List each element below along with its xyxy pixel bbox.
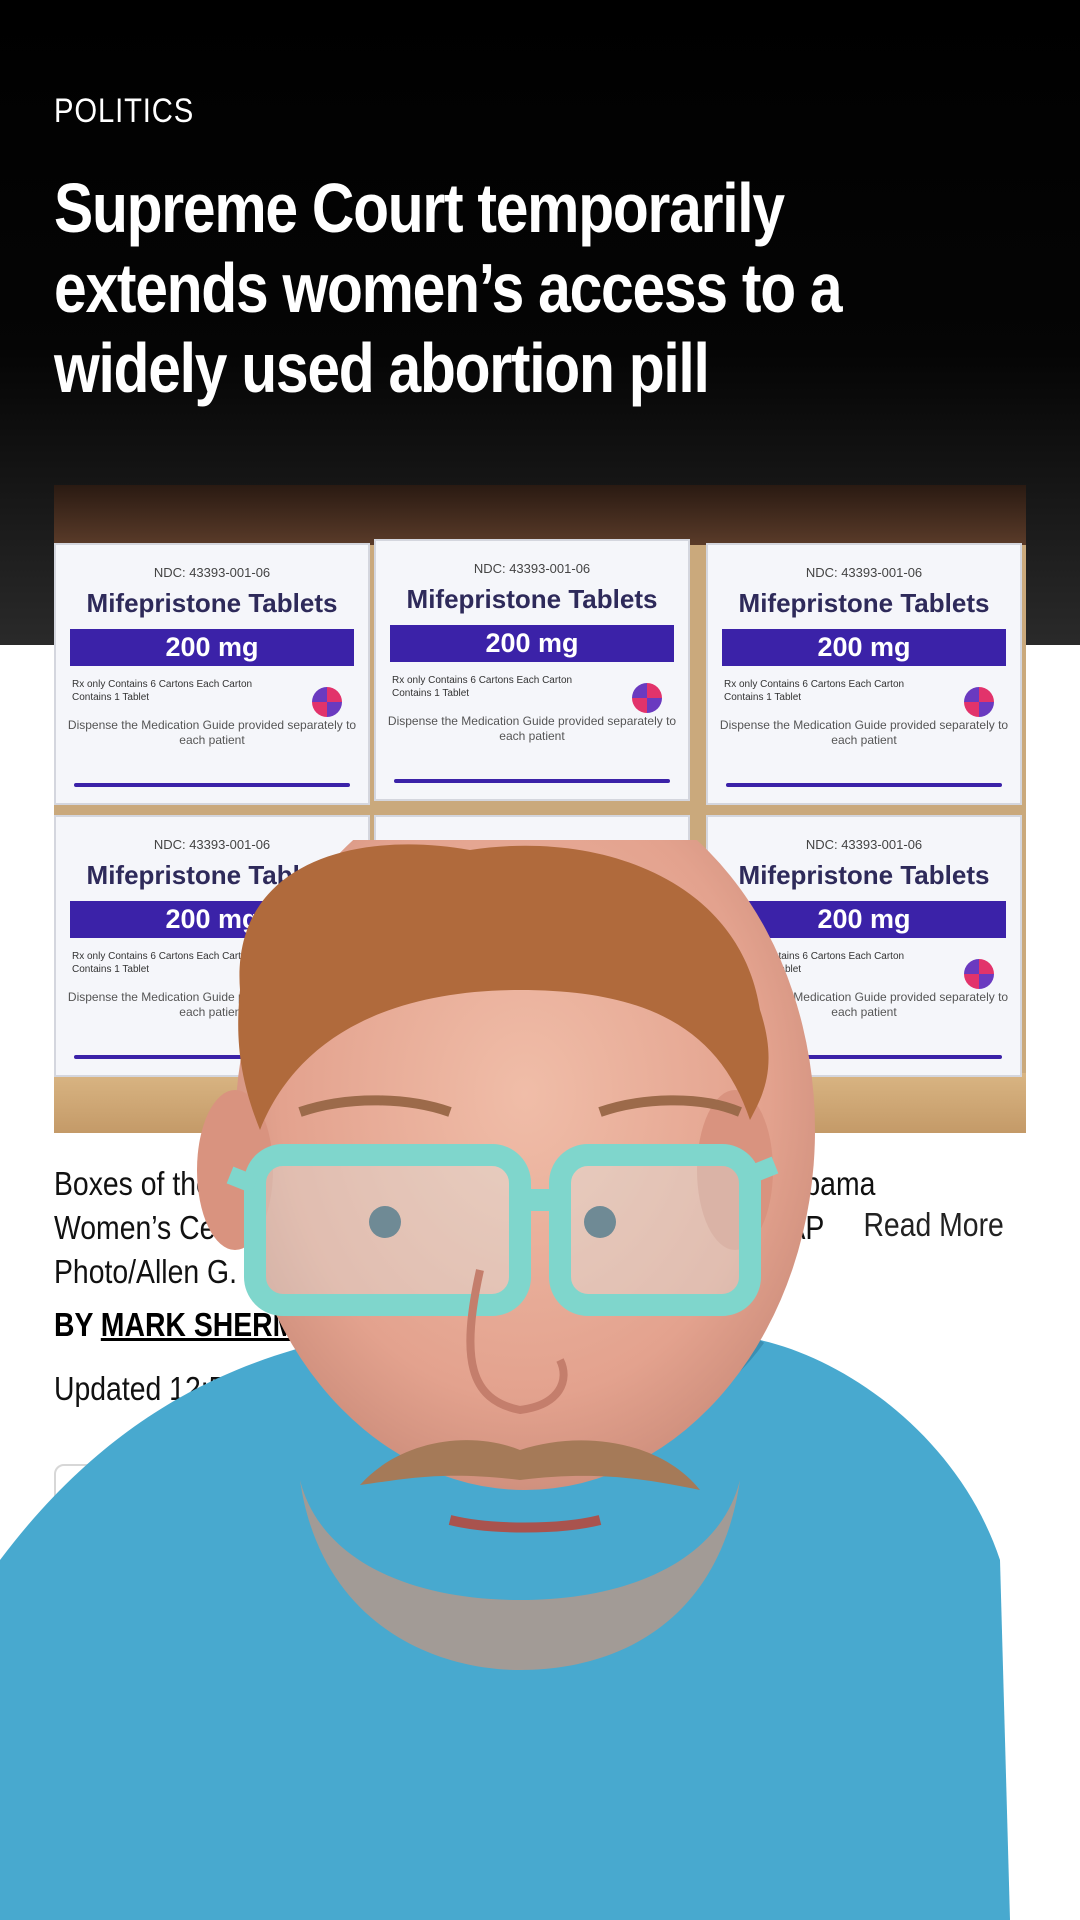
box-guide: Dispense the Medication Guide provided s… xyxy=(67,990,357,1019)
article-photo[interactable]: NDC: 43393-001-06 Mifepristone Tablets 2… xyxy=(54,485,1026,1133)
box-dose: 200 mg xyxy=(390,625,674,662)
box-dose: 200 mg xyxy=(390,901,674,938)
box-small-print: Rx only Contains 6 Cartons Each Carton C… xyxy=(392,951,573,975)
box-dose: 200 mg xyxy=(722,901,1006,938)
brand-logo-icon xyxy=(312,959,342,989)
author-link[interactable]: ANDREW PERRONE xyxy=(402,1306,678,1343)
comment-icon xyxy=(835,1480,879,1524)
box-small-print: Rx only Contains 6 Cartons Each Carton C… xyxy=(392,675,573,699)
add-source-button[interactable]: Add AP News on Google xyxy=(54,1464,776,1540)
box-swoosh xyxy=(394,1055,670,1059)
byline-separator: and xyxy=(345,1306,396,1343)
box-ndc: NDC: 43393-001-06 xyxy=(473,561,591,576)
shelf-bottom xyxy=(54,1073,1026,1133)
box-name: Mifepristone Tablets xyxy=(86,860,338,890)
brand-logo-icon xyxy=(964,959,994,989)
box-swoosh xyxy=(74,1055,350,1059)
medicine-box: NDC: 43393-001-06 Mifepristone Tablets 2… xyxy=(54,815,370,1077)
box-small-print: Rx only Contains 6 Cartons Each Carton C… xyxy=(724,951,905,975)
box-name: Mifepristone Tablets xyxy=(406,584,658,614)
brand-logo-icon xyxy=(632,959,662,989)
section-kicker[interactable]: POLITICS xyxy=(54,92,194,131)
box-name: Mifepristone Tablets xyxy=(738,588,990,618)
comment-button[interactable] xyxy=(802,1464,912,1540)
read-more-link[interactable]: Read More xyxy=(860,1206,1004,1244)
box-guide: Dispense the Medication Guide provided s… xyxy=(719,990,1009,1019)
box-name: Mifepristone Tablets xyxy=(406,860,658,890)
box-guide: Dispense the Medication Guide provided s… xyxy=(387,990,677,1019)
updated-timestamp: Updated 12:51 PM xyxy=(54,1370,291,1407)
brand-logo-icon xyxy=(964,687,994,717)
medicine-box: NDC: 43393-001-06 Mifepristone Tablets 2… xyxy=(706,543,1022,805)
article-headline: Supreme Court temporarily extends women’… xyxy=(54,169,843,407)
box-small-print: Rx only Contains 6 Cartons Each Carton C… xyxy=(724,679,905,703)
presenter-shirt xyxy=(0,1340,1010,1920)
shelf-top xyxy=(54,485,1026,545)
brand-logo-icon xyxy=(632,683,662,713)
box-swoosh xyxy=(394,779,670,783)
photo-caption: Boxes of the drug mifepristone sit on a … xyxy=(54,1165,876,1290)
box-guide: Dispense the Medication Guide provided s… xyxy=(719,718,1009,747)
box-ndc: NDC: 43393-001-06 xyxy=(473,837,591,852)
brand-logo-icon xyxy=(312,687,342,717)
byline: BY MARK SHERMAN and ANDREW PERRONE xyxy=(54,1306,966,1344)
box-swoosh xyxy=(726,783,1002,787)
medicine-box: NDC: 43393-001-06 Mifepristone Tablets 2… xyxy=(54,543,370,805)
box-ndc: NDC: 43393-001-06 xyxy=(805,837,923,852)
medicine-box: NDC: 43393-001-06 Mifepristone Tablets 2… xyxy=(374,815,690,1077)
box-swoosh xyxy=(74,783,350,787)
author-link[interactable]: MARK SHERMAN xyxy=(101,1306,338,1343)
box-ndc: NDC: 43393-001-06 xyxy=(805,565,923,580)
box-name: Mifepristone Tablets xyxy=(738,860,990,890)
box-dose: 200 mg xyxy=(70,901,354,938)
box-name: Mifepristone Tablets xyxy=(86,588,338,618)
box-small-print: Rx only Contains 6 Cartons Each Carton C… xyxy=(72,679,253,703)
medicine-box: NDC: 43393-001-06 Mifepristone Tablets 2… xyxy=(374,539,690,801)
box-ndc: NDC: 43393-001-06 xyxy=(153,565,271,580)
box-small-print: Rx only Contains 6 Cartons Each Carton C… xyxy=(72,951,253,975)
box-dose: 200 mg xyxy=(70,629,354,666)
box-guide: Dispense the Medication Guide provided s… xyxy=(67,718,357,747)
byline-prefix: BY xyxy=(54,1306,93,1343)
box-guide: Dispense the Medication Guide provided s… xyxy=(387,714,677,743)
add-source-label: Add AP News on Google xyxy=(84,1486,435,1519)
box-ndc: NDC: 43393-001-06 xyxy=(153,837,271,852)
medicine-box: NDC: 43393-001-06 Mifepristone Tablets 2… xyxy=(706,815,1022,1077)
box-swoosh xyxy=(726,1055,1002,1059)
box-dose: 200 mg xyxy=(722,629,1006,666)
